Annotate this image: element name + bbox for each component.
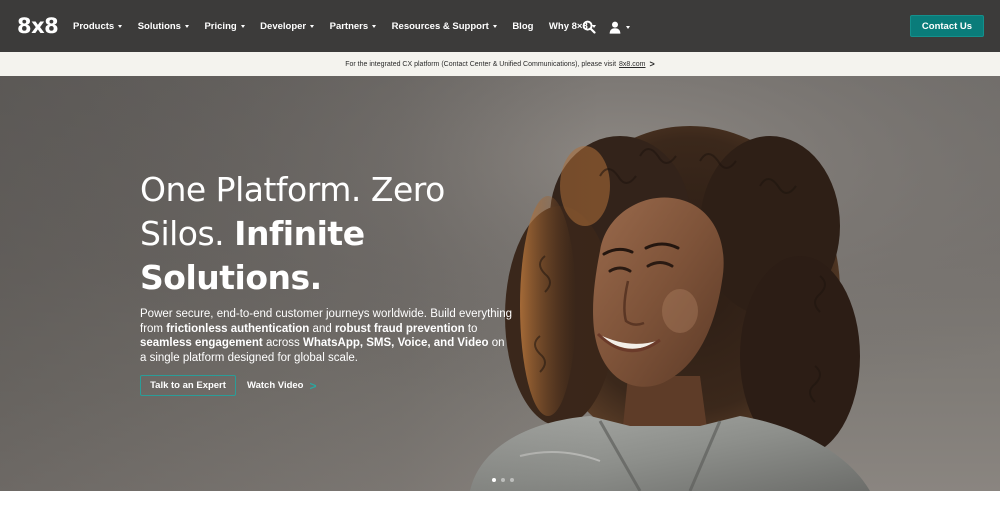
nav-item-products[interactable]: Products <box>73 20 123 32</box>
headline-line-2-bold: Infinite <box>234 214 365 253</box>
desc-part: to <box>467 322 478 335</box>
nav-item-developer[interactable]: Developer <box>260 20 315 32</box>
chevron-down-icon <box>240 24 245 28</box>
carousel-dot-1[interactable] <box>492 478 496 482</box>
main-menu: Products Solutions Pricing Developer Par… <box>73 0 611 52</box>
watch-video-link[interactable]: Watch Video > <box>247 375 317 396</box>
carousel-pagination <box>492 478 514 482</box>
hero-headline: One Platform. Zero Silos. Infinite Solut… <box>140 168 500 300</box>
hero-description: Power secure, end-to-end customer journe… <box>140 307 512 365</box>
desc-bold: frictionless authentication <box>166 322 310 335</box>
carousel-dot-2[interactable] <box>501 478 505 482</box>
nav-item-label: Blog <box>512 20 534 32</box>
desc-bold: seamless engagement <box>140 337 263 349</box>
announcement-text: For the integrated CX platform (Contact … <box>345 60 617 68</box>
nav-item-partners[interactable]: Partners <box>330 21 377 32</box>
carousel-dot-3[interactable] <box>510 478 514 482</box>
chevron-right-icon[interactable]: > <box>650 59 655 69</box>
chevron-down-icon <box>626 25 630 29</box>
user-icon <box>609 21 621 34</box>
nav-item-label: Pricing <box>204 20 237 32</box>
watch-video-label: Watch Video <box>247 380 304 391</box>
nav-item-label: Developer <box>260 20 307 32</box>
chevron-right-icon: > <box>309 378 317 393</box>
hero-section: One Platform. Zero Silos. Infinite Solut… <box>0 76 1000 491</box>
chevron-down-icon <box>184 24 189 28</box>
announcement-link[interactable]: 8x8.com <box>619 61 645 68</box>
chevron-down-icon <box>118 24 123 28</box>
nav-item-pricing[interactable]: Pricing <box>204 20 245 32</box>
user-account-button[interactable] <box>609 19 630 35</box>
talk-to-expert-button[interactable]: Talk to an Expert <box>140 375 236 396</box>
desc-part: across <box>265 337 300 349</box>
nav-item-label: Partners <box>329 20 369 32</box>
chevron-down-icon <box>310 24 315 28</box>
nav-item-label: Products <box>73 20 115 32</box>
chevron-down-icon <box>372 24 377 28</box>
nav-item-label: Resources & Support <box>391 20 489 32</box>
contact-us-button[interactable]: Contact Us <box>910 15 984 37</box>
desc-bold: WhatsApp, SMS, Voice, and Video <box>303 337 489 349</box>
headline-line-3-bold: Solutions. <box>140 258 322 297</box>
desc-part: and <box>312 322 332 335</box>
nav-item-blog[interactable]: Blog <box>512 21 533 32</box>
headline-line-1: One Platform. Zero <box>140 170 445 209</box>
nav-item-label: Solutions <box>137 20 181 32</box>
announcement-bar: For the integrated CX platform (Contact … <box>0 52 1000 76</box>
top-navigation: 8x8 Products Solutions Pricing Developer… <box>0 0 1000 52</box>
brand-logo[interactable]: 8x8 <box>17 14 59 38</box>
desc-bold: robust fraud prevention <box>334 322 465 335</box>
chevron-down-icon <box>492 24 497 28</box>
nav-item-resources-support[interactable]: Resources & Support <box>392 21 497 32</box>
search-icon[interactable] <box>582 20 596 34</box>
headline-line-2-regular: Silos. <box>140 214 225 253</box>
nav-item-solutions[interactable]: Solutions <box>138 21 189 32</box>
